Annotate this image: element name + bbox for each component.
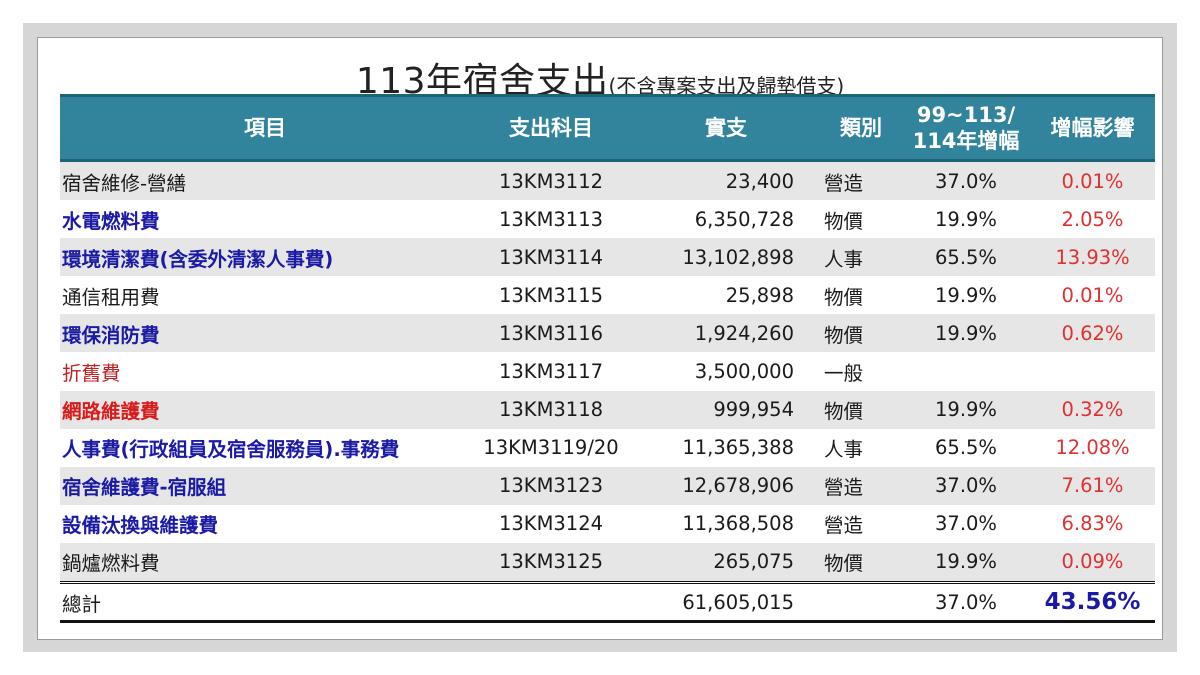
row-impact: 0.62% bbox=[1030, 314, 1155, 353]
header-rate-line2: 114年增幅 bbox=[912, 129, 1020, 153]
header-amount: 實支 bbox=[632, 94, 820, 161]
table-row: 網路維護費 13KM3118 999,954 物價 19.9% 0.32% bbox=[60, 390, 1155, 429]
row-amount: 12,678,906 bbox=[632, 466, 820, 505]
header-item: 項目 bbox=[60, 94, 470, 161]
row-rate: 37.0% bbox=[902, 159, 1030, 201]
row-code: 13KM3117 bbox=[470, 352, 632, 391]
row-amount: 265,075 bbox=[632, 542, 820, 583]
row-code: 13KM3112 bbox=[470, 159, 632, 201]
table-row: 宿舍維護費-宿服組 13KM3123 12,678,906 營造 37.0% 7.61% bbox=[60, 466, 1155, 505]
row-rate bbox=[902, 352, 1030, 391]
header-code: 支出科目 bbox=[470, 94, 632, 161]
row-category: 人事 bbox=[820, 238, 902, 277]
table-panel: 113年宿舍支出(不含專案支出及歸墊借支) 項目 支出科目 實支 類別 99~1… bbox=[37, 37, 1163, 640]
row-impact: 0.32% bbox=[1030, 390, 1155, 429]
row-item: 宿舍維護費-宿服組 bbox=[60, 466, 470, 505]
header-rate-line1: 99~113/ bbox=[916, 103, 1016, 127]
row-amount: 1,924,260 bbox=[632, 314, 820, 353]
table-row: 人事費(行政組員及宿舍服務員).事務費 13KM3119/20 11,365,388… bbox=[60, 428, 1155, 467]
row-amount: 11,365,388 bbox=[632, 428, 820, 467]
row-code: 13KM3115 bbox=[470, 276, 632, 315]
row-rate: 37.0% bbox=[902, 504, 1030, 543]
row-item: 通信租用費 bbox=[60, 276, 470, 315]
row-item: 宿舍維修-營繕 bbox=[60, 159, 470, 201]
header-category: 類別 bbox=[820, 94, 902, 161]
row-impact: 6.83% bbox=[1030, 504, 1155, 543]
row-item: 設備汰換與維護費 bbox=[60, 504, 470, 543]
row-category: 營造 bbox=[820, 504, 902, 543]
row-amount: 999,954 bbox=[632, 390, 820, 429]
table-row: 宿舍維修-營繕 13KM3112 23,400 營造 37.0% 0.01% bbox=[60, 159, 1155, 201]
table-row: 環保消防費 13KM3116 1,924,260 物價 19.9% 0.62% bbox=[60, 314, 1155, 353]
row-rate: 37.0% bbox=[902, 466, 1030, 505]
row-category: 人事 bbox=[820, 428, 902, 467]
row-impact: 2.05% bbox=[1030, 200, 1155, 239]
row-category: 物價 bbox=[820, 390, 902, 429]
row-rate: 19.9% bbox=[902, 390, 1030, 429]
row-code: 13KM3113 bbox=[470, 200, 632, 239]
total-rate: 37.0% bbox=[902, 581, 1030, 624]
header-rate: 99~113/ 114年增幅 bbox=[902, 94, 1030, 161]
row-category: 物價 bbox=[820, 200, 902, 239]
row-rate: 19.9% bbox=[902, 542, 1030, 583]
total-label: 總計 bbox=[60, 581, 470, 624]
row-code: 13KM3123 bbox=[470, 466, 632, 505]
row-item: 人事費(行政組員及宿舍服務員).事務費 bbox=[60, 428, 470, 467]
row-amount: 3,500,000 bbox=[632, 352, 820, 391]
row-category: 物價 bbox=[820, 542, 902, 583]
total-category bbox=[820, 581, 902, 624]
row-impact: 0.09% bbox=[1030, 542, 1155, 583]
row-code: 13KM3125 bbox=[470, 542, 632, 583]
row-impact bbox=[1030, 352, 1155, 391]
row-item: 環境清潔費(含委外清潔人事費) bbox=[60, 238, 470, 277]
table-row: 環境清潔費(含委外清潔人事費) 13KM3114 13,102,898 人事 65.5%… bbox=[60, 238, 1155, 277]
row-item: 水電燃料費 bbox=[60, 200, 470, 239]
total-impact: 43.56% bbox=[1030, 581, 1155, 624]
row-amount: 6,350,728 bbox=[632, 200, 820, 239]
total-row: 總計 61,605,015 37.0% 43.56% bbox=[60, 581, 1155, 624]
header-impact: 增幅影響 bbox=[1030, 94, 1155, 161]
row-impact: 12.08% bbox=[1030, 428, 1155, 467]
row-amount: 25,898 bbox=[632, 276, 820, 315]
expense-table: 項目 支出科目 實支 類別 99~113/ 114年增幅 增幅影響 宿舍維修-營… bbox=[60, 94, 1155, 624]
row-rate: 19.9% bbox=[902, 276, 1030, 315]
table-row: 折舊費 13KM3117 3,500,000 一般 bbox=[60, 352, 1155, 391]
total-amount: 61,605,015 bbox=[632, 581, 820, 624]
row-category: 一般 bbox=[820, 352, 902, 391]
row-category: 營造 bbox=[820, 159, 902, 201]
row-category: 物價 bbox=[820, 314, 902, 353]
slide-frame: 113年宿舍支出(不含專案支出及歸墊借支) 項目 支出科目 實支 類別 99~1… bbox=[23, 23, 1177, 652]
row-item: 鍋爐燃料費 bbox=[60, 542, 470, 583]
row-rate: 19.9% bbox=[902, 314, 1030, 353]
row-rate: 65.5% bbox=[902, 238, 1030, 277]
table-row: 鍋爐燃料費 13KM3125 265,075 物價 19.9% 0.09% bbox=[60, 542, 1155, 583]
row-rate: 19.9% bbox=[902, 200, 1030, 239]
row-code: 13KM3124 bbox=[470, 504, 632, 543]
row-code: 13KM3116 bbox=[470, 314, 632, 353]
row-code: 13KM3119/20 bbox=[470, 428, 632, 467]
row-amount: 11,368,508 bbox=[632, 504, 820, 543]
table-row: 設備汰換與維護費 13KM3124 11,368,508 營造 37.0% 6.83% bbox=[60, 504, 1155, 543]
table-header-row: 項目 支出科目 實支 類別 99~113/ 114年增幅 增幅影響 bbox=[60, 94, 1155, 161]
row-code: 13KM3118 bbox=[470, 390, 632, 429]
row-rate: 65.5% bbox=[902, 428, 1030, 467]
row-item: 環保消防費 bbox=[60, 314, 470, 353]
row-impact: 0.01% bbox=[1030, 276, 1155, 315]
row-category: 營造 bbox=[820, 466, 902, 505]
row-impact: 0.01% bbox=[1030, 159, 1155, 201]
total-code bbox=[470, 581, 632, 624]
row-impact: 13.93% bbox=[1030, 238, 1155, 277]
row-item: 網路維護費 bbox=[60, 390, 470, 429]
row-amount: 23,400 bbox=[632, 159, 820, 201]
row-amount: 13,102,898 bbox=[632, 238, 820, 277]
row-code: 13KM3114 bbox=[470, 238, 632, 277]
row-item: 折舊費 bbox=[60, 352, 470, 391]
table-row: 通信租用費 13KM3115 25,898 物價 19.9% 0.01% bbox=[60, 276, 1155, 315]
table-row: 水電燃料費 13KM3113 6,350,728 物價 19.9% 2.05% bbox=[60, 200, 1155, 239]
row-impact: 7.61% bbox=[1030, 466, 1155, 505]
row-category: 物價 bbox=[820, 276, 902, 315]
